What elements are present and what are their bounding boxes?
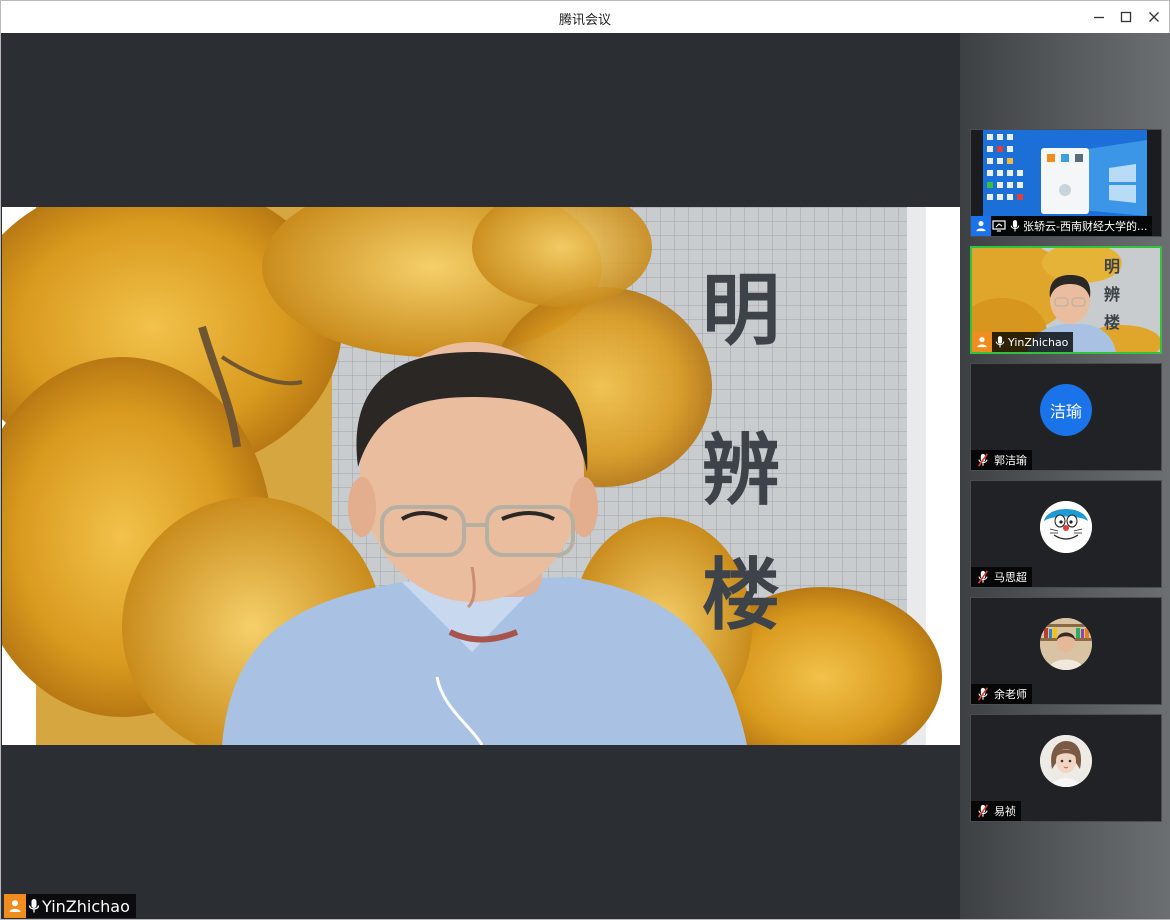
participant-tile[interactable]: 洁瑜 郭洁瑜 [970, 363, 1162, 471]
title-bar: 腾讯会议 [1, 1, 1169, 33]
sign-char: 明 [1104, 257, 1120, 276]
participant-tile[interactable]: 易祯 [970, 714, 1162, 822]
avatar: 洁瑜 [1040, 384, 1092, 436]
participant-name: 张轿云-西南财经大学的... [1023, 220, 1148, 233]
person-icon [977, 337, 987, 348]
participant-tag: 余老师 [971, 684, 1032, 704]
sign-char: 辨 [1104, 285, 1120, 304]
participant-name: 易祯 [994, 805, 1016, 818]
participant-name: 郭洁瑜 [994, 454, 1027, 467]
doraemon-avatar [1040, 501, 1092, 553]
host-badge [4, 894, 26, 918]
participant-tag: 易祯 [971, 801, 1021, 821]
sign-char: 明 [702, 265, 780, 356]
main-video[interactable]: 明 辨 楼 [2, 207, 960, 745]
close-button[interactable] [1143, 7, 1165, 27]
microphone-icon [26, 894, 42, 918]
participant-tile[interactable]: 马思超 [970, 480, 1162, 588]
person-icon [976, 221, 986, 232]
main-speaker-tag: YinZhichao [4, 894, 136, 918]
microphone-muted-icon [975, 450, 991, 470]
person-icon [9, 900, 21, 912]
main-stage: 明 辨 楼 YinZhichao [2, 33, 960, 919]
microphone-icon [992, 332, 1008, 352]
speaker-name: YinZhichao [42, 896, 130, 916]
participant-tile[interactable]: 明 辨 楼 YinZhichao [970, 246, 1162, 354]
participant-tile[interactable]: 张轿云-西南财经大学的... [970, 129, 1162, 237]
minimize-button[interactable] [1088, 7, 1110, 27]
microphone-icon [1007, 216, 1023, 236]
maximize-button[interactable] [1115, 7, 1137, 27]
participant-tile[interactable]: 余老师 [970, 597, 1162, 705]
microphone-muted-icon [975, 801, 991, 821]
microphone-muted-icon [975, 567, 991, 587]
girl-avatar [1040, 735, 1092, 787]
participant-name: YinZhichao [1008, 335, 1069, 349]
sign-char: 楼 [702, 550, 780, 641]
participant-name: 余老师 [994, 688, 1027, 701]
bookshelf-avatar [1040, 618, 1092, 670]
participant-tag: 张轿云-西南财经大学的... [971, 216, 1153, 236]
person-badge [971, 216, 991, 236]
building-sign: 明 辨 楼 [702, 265, 780, 641]
maximize-icon [1120, 11, 1132, 23]
participant-tag: YinZhichao [972, 332, 1074, 352]
speaker-video-frame: 明 辨 楼 [2, 207, 960, 745]
microphone-muted-icon [975, 684, 991, 704]
sign-char: 辨 [702, 425, 780, 516]
window-title: 腾讯会议 [558, 13, 611, 28]
participant-tag: 马思超 [971, 567, 1032, 587]
close-icon [1149, 12, 1159, 22]
participant-name: 马思超 [994, 571, 1027, 584]
minimize-icon [1094, 16, 1104, 19]
host-badge [972, 332, 992, 352]
meeting-window: 腾讯会议 明 辨 楼 YinZhichao 张轿云-西南财经大学的... 明 辨… [0, 0, 1170, 920]
participant-sidebar: 张轿云-西南财经大学的... 明 辨 楼 YinZhichao 洁瑜 郭洁瑜 马… [960, 33, 1170, 919]
screen-share-icon [991, 216, 1007, 236]
participant-tag: 郭洁瑜 [971, 450, 1032, 470]
sign-char: 楼 [1104, 313, 1120, 332]
